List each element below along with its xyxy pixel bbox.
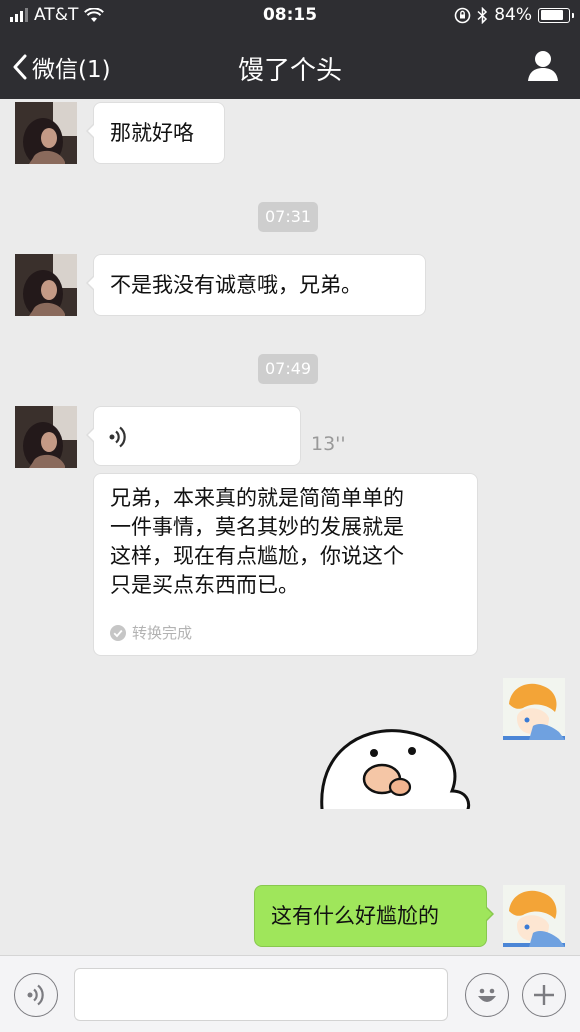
back-label: 微信(1)	[32, 57, 111, 83]
voice-duration: 13''	[311, 433, 346, 455]
voice-mode-button[interactable]	[14, 973, 58, 1017]
battery-percent: 84%	[494, 5, 532, 25]
check-circle-icon	[110, 624, 126, 641]
status-bar: AT&T 08:15 84%	[0, 0, 580, 32]
transcription-status-label: 转换完成	[132, 624, 193, 642]
my-message-bubble[interactable]: 这有什么好尴尬的	[254, 885, 494, 947]
voice-transcription-card[interactable]: 兄弟，本来真的就是简简单单的 一件事情，莫名其妙的发展就是 这样，现在有点尴尬，…	[93, 473, 478, 656]
my-avatar[interactable]	[503, 678, 565, 740]
message-text: 那就好咯	[110, 121, 194, 145]
back-chevron-icon	[13, 54, 27, 80]
transcription-line: 只是买点东西而已。	[110, 573, 299, 597]
message-text: 不是我没有诚意哦，兄弟。	[110, 273, 362, 297]
message-input[interactable]	[74, 968, 448, 1021]
voice-message-bubble[interactable]	[86, 406, 301, 466]
rotation-lock-icon	[454, 7, 471, 23]
battery-icon	[538, 7, 574, 23]
profile-icon	[528, 51, 558, 81]
duck-sticker-image	[320, 729, 471, 809]
bluetooth-icon	[477, 6, 488, 24]
nav-bar: 微信(1) 馒了个头	[0, 32, 580, 99]
contact-avatar[interactable]	[15, 102, 77, 164]
voice-mode-icon	[27, 984, 44, 1006]
more-button[interactable]	[522, 973, 566, 1017]
transcription-line: 一件事情，莫名其妙的发展就是	[110, 515, 404, 539]
voice-wave-icon	[109, 426, 126, 448]
contact-avatar[interactable]	[15, 406, 77, 468]
chat-area[interactable]: 那就好咯 07:31 不是我没有诚意哦，兄弟。 07:49 13'' 兄弟，本来…	[0, 99, 580, 955]
plus-icon	[534, 985, 554, 1005]
transcription-line: 兄弟，本来真的就是简简单单的	[110, 486, 404, 510]
emoji-button[interactable]	[465, 973, 509, 1017]
profile-button[interactable]	[526, 48, 560, 82]
transcription-text: 兄弟，本来真的就是简简单单的 一件事情，莫名其妙的发展就是 这样，现在有点尴尬，…	[110, 484, 470, 600]
transcription-status: 转换完成	[110, 622, 192, 643]
transcription-line: 这样，现在有点尴尬，你说这个	[110, 544, 404, 568]
message-text: 这有什么好尴尬的	[271, 904, 439, 928]
contact-avatar[interactable]	[15, 254, 77, 316]
input-bar	[0, 955, 580, 1032]
timestamp: 07:31	[258, 202, 319, 232]
message-bubble[interactable]: 那就好咯	[86, 102, 225, 164]
emoji-icon	[478, 988, 496, 1002]
duck-sticker[interactable]	[316, 725, 474, 809]
my-avatar[interactable]	[503, 885, 565, 947]
status-right: 84%	[454, 5, 574, 25]
timestamp: 07:49	[258, 354, 319, 384]
back-button[interactable]: 微信(1)	[12, 50, 111, 84]
message-bubble[interactable]: 不是我没有诚意哦，兄弟。	[86, 254, 426, 316]
